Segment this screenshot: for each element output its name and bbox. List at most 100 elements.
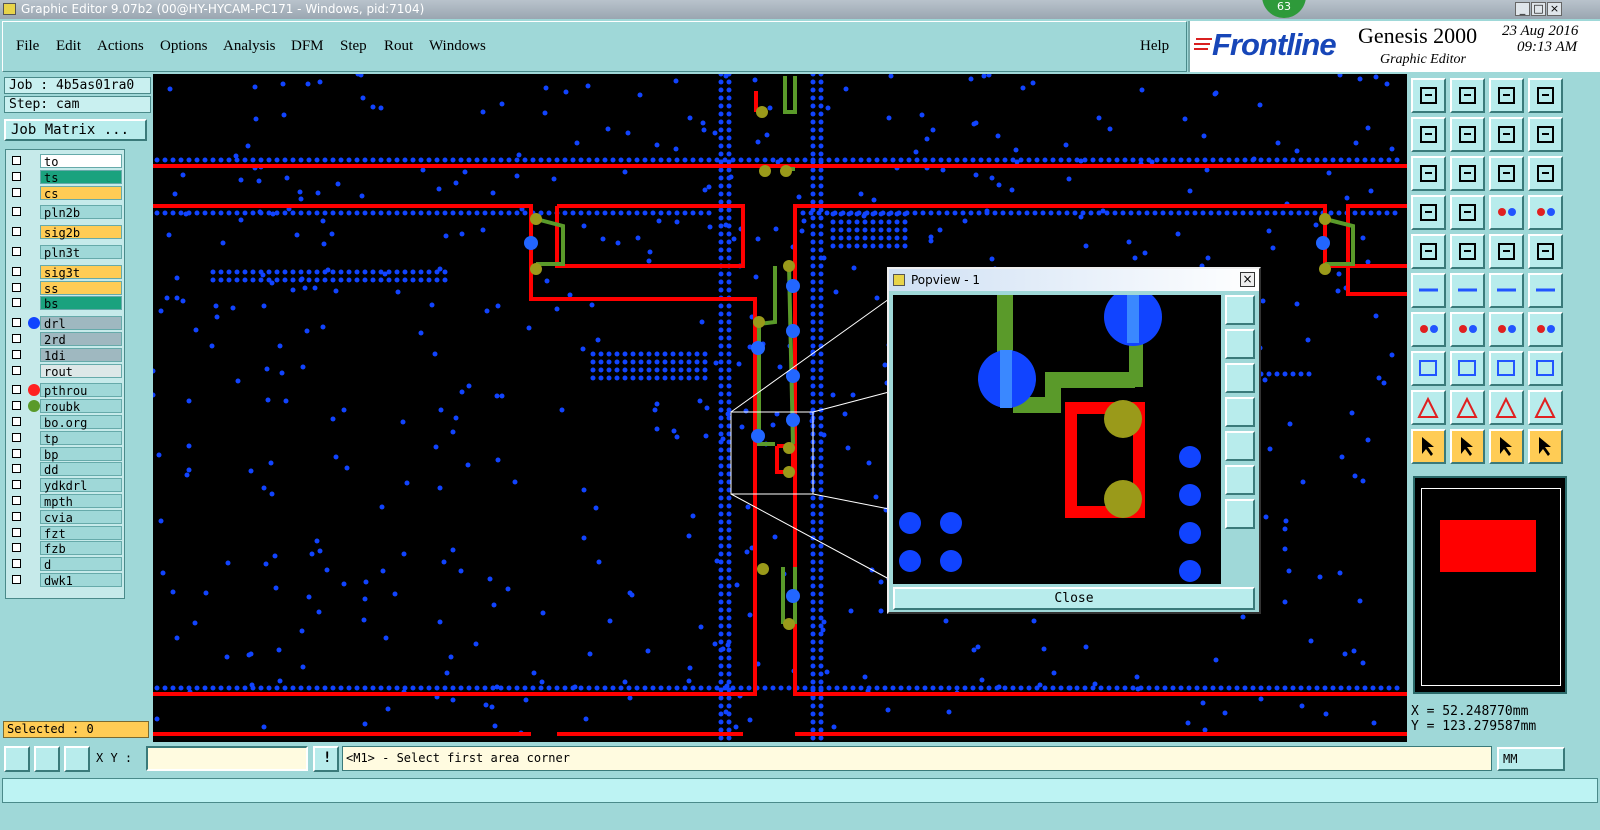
layer-checkbox[interactable] xyxy=(12,298,21,308)
menu-windows[interactable]: Windows xyxy=(429,38,486,55)
tool-home-icon[interactable] xyxy=(1411,78,1446,113)
menu-analysis[interactable]: Analysis xyxy=(223,38,276,55)
layer-checkbox[interactable] xyxy=(12,247,21,256)
layer-checkbox[interactable] xyxy=(12,448,21,458)
layer-name[interactable]: bp xyxy=(40,446,122,462)
layer-name[interactable]: dd xyxy=(40,462,122,477)
tool-net-red2-icon[interactable] xyxy=(1528,195,1563,230)
tool-mirror-icon[interactable] xyxy=(1528,312,1563,347)
layer-checkbox[interactable] xyxy=(12,464,21,474)
tool-pan-right-icon[interactable] xyxy=(1450,117,1485,152)
layer-row-bp[interactable]: bp xyxy=(8,446,122,462)
layer-checkbox[interactable] xyxy=(12,417,21,426)
measure-icon[interactable] xyxy=(34,746,60,772)
tool-house-icon[interactable] xyxy=(1489,78,1524,113)
tool-pointer4-icon[interactable] xyxy=(1528,429,1563,464)
layer-checkbox[interactable] xyxy=(12,575,21,584)
minimize-button[interactable]: _ xyxy=(1515,2,1530,16)
menu-rout[interactable]: Rout xyxy=(384,38,413,55)
layer-checkbox[interactable] xyxy=(12,401,21,411)
tool-line-icon[interactable] xyxy=(1411,312,1446,347)
layer-checkbox[interactable] xyxy=(12,156,21,165)
layer-name[interactable]: fzt xyxy=(40,525,122,541)
layer-name[interactable]: 2rd xyxy=(40,332,122,347)
layer-checkbox[interactable] xyxy=(12,227,21,237)
layer-checkbox[interactable] xyxy=(12,527,21,537)
layer-name[interactable]: pln3t xyxy=(40,245,122,260)
close-window-button[interactable]: × xyxy=(1547,2,1562,16)
tool-snap-pad-icon[interactable] xyxy=(1450,195,1485,230)
layer-name[interactable]: 1di xyxy=(40,347,122,363)
menu-actions[interactable]: Actions xyxy=(97,38,144,55)
xy-input[interactable] xyxy=(146,746,308,771)
units-selector[interactable]: MM xyxy=(1497,747,1565,771)
layer-row-to[interactable]: to xyxy=(8,154,122,169)
layer-row-drl[interactable]: drl xyxy=(8,316,122,331)
tool-fit-vertical-icon[interactable] xyxy=(1411,156,1446,191)
layer-row-2rd[interactable]: 2rd xyxy=(8,332,122,347)
layer-name[interactable]: tp xyxy=(40,430,122,446)
menu-file[interactable]: File xyxy=(16,38,39,55)
tool-group-icon[interactable] xyxy=(1528,351,1563,386)
popview-zoom-out-icon[interactable] xyxy=(1225,465,1255,495)
layer-row-dd[interactable]: dd xyxy=(8,462,122,477)
tool-pan-left-icon[interactable] xyxy=(1411,117,1446,152)
layer-checkbox[interactable] xyxy=(12,282,21,292)
tool-fit-center-icon[interactable] xyxy=(1450,156,1485,191)
tool-pointer3-icon[interactable] xyxy=(1489,429,1524,464)
layer-name[interactable]: bo.org xyxy=(40,415,122,430)
layer-row-cs[interactable]: cs xyxy=(8,185,122,201)
layer-row-pln2b[interactable]: pln2b xyxy=(8,205,122,220)
layer-name[interactable]: roubk xyxy=(40,399,122,414)
layer-checkbox[interactable] xyxy=(12,365,21,375)
tool-arc-red-icon[interactable] xyxy=(1489,273,1524,308)
layer-name[interactable]: mpth xyxy=(40,494,122,509)
layer-name[interactable]: ydkdrl xyxy=(40,478,122,493)
tool-minus-icon[interactable] xyxy=(1450,351,1485,386)
info-icon[interactable]: ! xyxy=(313,746,339,772)
popview-zoom-in-icon[interactable] xyxy=(1225,499,1255,529)
layer-row-pln3t[interactable]: pln3t xyxy=(8,245,122,260)
popview-pan-left-icon[interactable] xyxy=(1225,397,1255,427)
overview-map[interactable] xyxy=(1413,476,1567,694)
layer-name[interactable]: pthrou xyxy=(40,383,122,398)
snap-icon[interactable] xyxy=(4,746,30,772)
layer-name[interactable]: bs xyxy=(40,296,122,311)
layer-checkbox[interactable] xyxy=(12,511,21,521)
layer-row-ydkdrl[interactable]: ydkdrl xyxy=(8,478,122,493)
layer-name[interactable]: rout xyxy=(40,363,122,379)
layer-row-pthrou[interactable]: pthrou xyxy=(8,383,122,398)
layer-name[interactable]: cs xyxy=(40,185,122,201)
layer-checkbox[interactable] xyxy=(12,543,21,553)
layer-row-tp[interactable]: tp xyxy=(8,430,122,446)
tool-rotate-icon[interactable] xyxy=(1489,312,1524,347)
tool-circle-icon[interactable] xyxy=(1528,234,1563,269)
tool-triangle2-icon[interactable] xyxy=(1450,390,1485,425)
layer-name[interactable]: sig2b xyxy=(40,225,122,240)
layer-checkbox[interactable] xyxy=(12,480,21,490)
layer-row-rout[interactable]: rout xyxy=(8,363,122,379)
menu-help[interactable]: Help xyxy=(1140,38,1169,55)
tool-swap-icon[interactable] xyxy=(1528,117,1563,152)
layer-checkbox[interactable] xyxy=(12,432,21,442)
tool-tool-settings-icon[interactable] xyxy=(1411,195,1446,230)
tool-scale-icon[interactable] xyxy=(1489,156,1524,191)
tool-triangle-icon[interactable] xyxy=(1411,390,1446,425)
tool-cross-icon[interactable] xyxy=(1450,273,1485,308)
layer-row-ts[interactable]: ts xyxy=(8,169,122,185)
layer-row-ss[interactable]: ss xyxy=(8,280,122,296)
layer-name[interactable]: ss xyxy=(40,280,122,296)
layer-name[interactable]: fzb xyxy=(40,541,122,556)
layer-checkbox[interactable] xyxy=(12,385,21,395)
layer-row-cvia[interactable]: cvia xyxy=(8,509,122,525)
menu-dfm[interactable]: DFM xyxy=(291,38,324,55)
tool-return-icon[interactable] xyxy=(1489,117,1524,152)
tool-triangle4-icon[interactable] xyxy=(1528,390,1563,425)
menu-edit[interactable]: Edit xyxy=(56,38,81,55)
layer-checkbox[interactable] xyxy=(12,207,21,217)
job-matrix-button[interactable]: Job Matrix ... xyxy=(4,119,147,141)
layer-row-bs[interactable]: bs xyxy=(8,296,122,311)
layer-checkbox[interactable] xyxy=(12,266,21,276)
layer-checkbox[interactable] xyxy=(12,318,21,328)
tool-add-pad-icon[interactable] xyxy=(1411,234,1446,269)
